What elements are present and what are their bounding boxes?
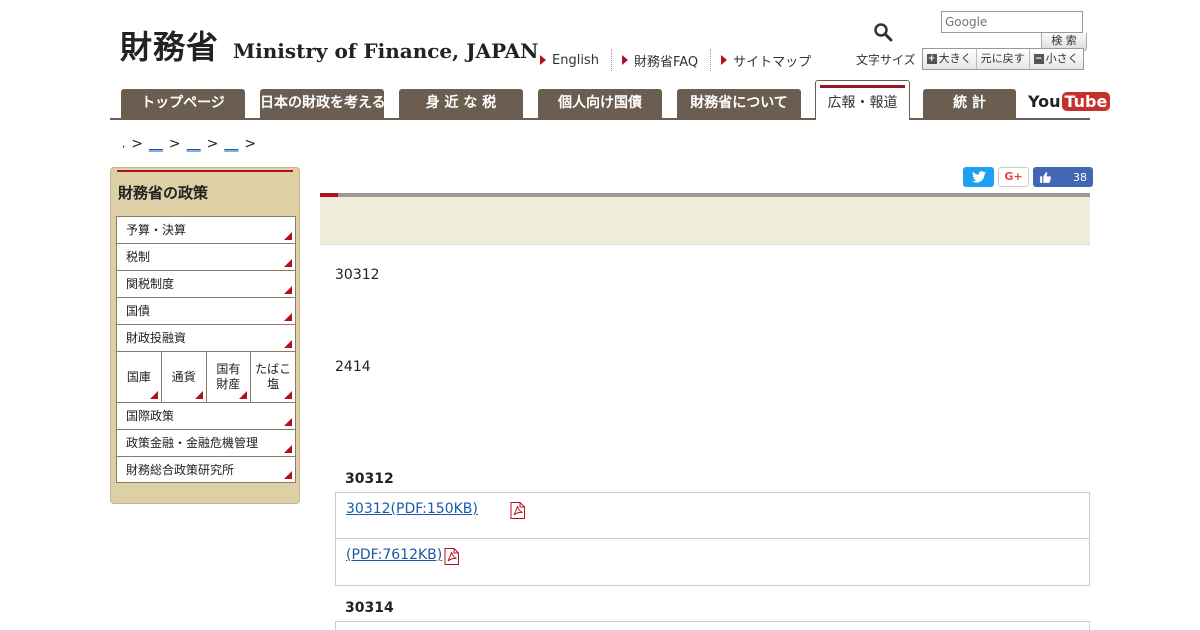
google-plus-share-button[interactable]: G+	[998, 167, 1029, 187]
breadcrumb-separator: >	[131, 136, 143, 152]
corner-arrow-icon	[284, 259, 292, 267]
file-row: 30312(PDF:150KB)	[336, 493, 1089, 539]
sidebar-title: 財務省の政策	[118, 184, 209, 202]
breadcrumb-link[interactable]: __	[149, 136, 163, 152]
sidebar: 財務省の政策 予算・決算 税制 関税制度 国債 財政投融資 国庫 通貨 国有 財…	[110, 167, 300, 504]
facebook-like-button[interactable]: 38	[1033, 167, 1093, 187]
plus-icon: +	[926, 54, 937, 64]
tab-stats[interactable]: 統 計	[923, 89, 1016, 118]
twitter-share-button[interactable]	[963, 167, 994, 187]
utility-nav: English 財務省FAQ サイトマップ	[530, 48, 823, 72]
like-count: 38	[1073, 170, 1087, 184]
minus-icon: −	[1033, 54, 1044, 64]
font-smaller-button[interactable]: − 小さく	[1029, 49, 1083, 69]
sidebar-item-bonds[interactable]: 国債	[116, 297, 296, 324]
page-title-box	[320, 193, 1090, 245]
sidebar-item-international[interactable]: 国際政策	[116, 402, 296, 429]
tab-bonds[interactable]: 個人向け国債	[538, 89, 662, 118]
arrow-right-icon	[540, 55, 546, 65]
sidebar-item-filp[interactable]: 財政投融資	[116, 324, 296, 351]
corner-arrow-icon	[239, 391, 248, 399]
twitter-icon	[971, 171, 986, 183]
sidebar-item-tobacco[interactable]: たばこ 塩	[251, 352, 295, 402]
pdf-link[interactable]: (PDF:7612KB)	[346, 547, 442, 563]
tab-about[interactable]: 財務省について	[677, 89, 801, 118]
arrow-right-icon	[721, 55, 728, 65]
pdf-link[interactable]: 30312(PDF:150KB)	[346, 501, 508, 517]
file-list: 30312(PDF:150KB) (PDF:7612KB)	[335, 492, 1090, 586]
youtube-logo[interactable]: You Tube	[1028, 92, 1111, 111]
english-link[interactable]: English	[530, 49, 612, 71]
breadcrumb: , > __ > __ > __ >	[122, 136, 256, 152]
logo-english: Ministry of Finance, JAPAN	[233, 39, 539, 63]
tab-finance[interactable]: 日本の財政を考える	[260, 89, 386, 118]
body-text: 30312	[335, 267, 380, 283]
sidebar-item-policy-finance[interactable]: 政策金融・金融危機管理	[116, 429, 296, 456]
breadcrumb-link[interactable]: __	[224, 136, 238, 152]
arrow-right-icon	[621, 55, 628, 65]
search-icon[interactable]	[873, 22, 893, 42]
sidebar-item-customs[interactable]: 関税制度	[116, 270, 296, 297]
sidebar-item-budget[interactable]: 予算・決算	[116, 216, 296, 243]
global-nav: トップページ 日本の財政を考える 身 近 な 税 個人向け国債 財務省について …	[110, 80, 1111, 120]
corner-arrow-icon	[284, 286, 292, 294]
section-heading: 30314	[345, 600, 394, 616]
file-row: (PDF:7612KB)	[336, 539, 1089, 585]
breadcrumb-link[interactable]: __	[187, 136, 201, 152]
sitemap-link[interactable]: サイトマップ	[711, 49, 823, 71]
thumbs-up-icon	[1040, 171, 1051, 183]
sidebar-grid: 国庫 通貨 国有 財産 たばこ 塩	[116, 351, 296, 402]
corner-arrow-icon	[284, 418, 292, 426]
corner-arrow-icon	[149, 391, 158, 399]
share-buttons: G+ 38	[963, 167, 1093, 187]
sidebar-item-research[interactable]: 財務総合政策研究所	[116, 456, 296, 483]
breadcrumb-item: ,	[122, 138, 126, 150]
breadcrumb-separator: >	[244, 136, 257, 152]
corner-arrow-icon	[284, 445, 292, 453]
corner-arrow-icon	[284, 313, 292, 321]
font-size-control: 文字サイズ + 大きく 元に戻す − 小さく	[856, 48, 1084, 70]
breadcrumb-separator: >	[168, 136, 181, 152]
sidebar-item-tax[interactable]: 税制	[116, 243, 296, 270]
corner-arrow-icon	[284, 232, 292, 240]
tab-tax[interactable]: 身 近 な 税	[399, 89, 523, 118]
corner-arrow-icon	[284, 340, 292, 348]
pdf-icon	[444, 548, 460, 565]
corner-arrow-icon	[284, 391, 292, 399]
sidebar-item-currency[interactable]: 通貨	[162, 352, 207, 402]
breadcrumb-separator: >	[206, 136, 219, 152]
font-size-label: 文字サイズ	[856, 52, 916, 67]
tab-top[interactable]: トップページ	[121, 89, 245, 118]
search-input[interactable]	[941, 11, 1083, 33]
corner-arrow-icon	[194, 391, 203, 399]
tab-press[interactable]: 広報・報道	[815, 80, 910, 120]
sidebar-item-treasury[interactable]: 国庫	[117, 352, 162, 402]
sidebar-item-property[interactable]: 国有 財産	[207, 352, 252, 402]
logo-japanese: 財務省	[120, 28, 220, 66]
pdf-icon	[510, 502, 525, 519]
corner-arrow-icon	[284, 471, 292, 479]
section-heading: 30312	[345, 471, 394, 487]
file-list	[335, 621, 1090, 630]
font-reset-button[interactable]: 元に戻す	[976, 49, 1030, 69]
font-larger-button[interactable]: + 大きく	[922, 49, 977, 69]
site-logo[interactable]: 財務省 Ministry of Finance, JAPAN	[120, 22, 538, 68]
faq-link[interactable]: 財務省FAQ	[612, 49, 712, 71]
body-text: 2414	[335, 359, 371, 375]
